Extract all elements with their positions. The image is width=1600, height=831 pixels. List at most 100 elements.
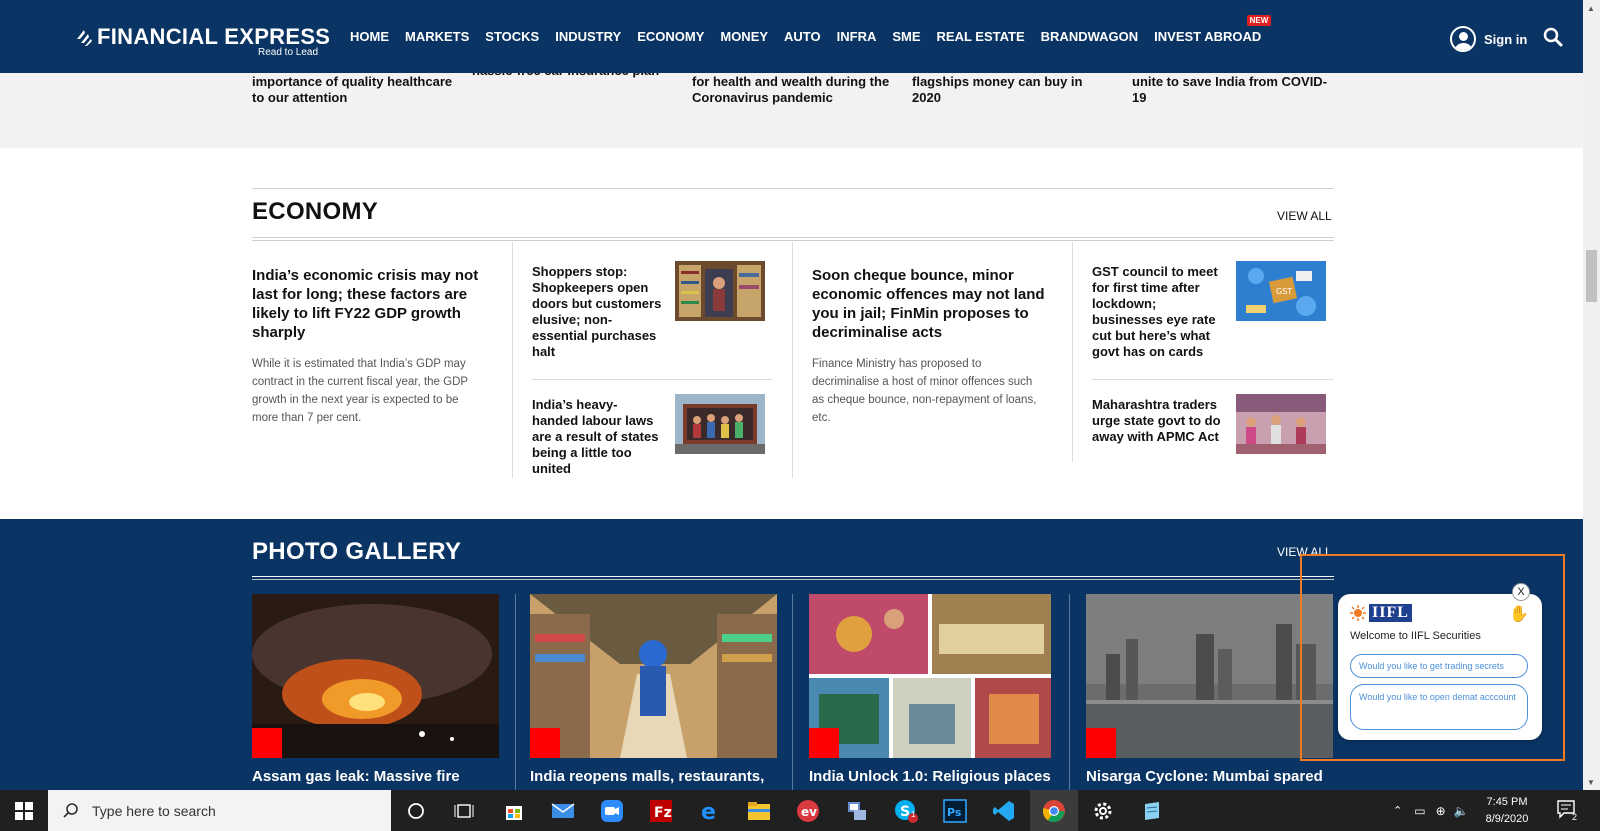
nav-sme[interactable]: SME <box>892 29 920 44</box>
page-scrollbar[interactable]: ▲ ▼ <box>1583 0 1600 790</box>
new-badge: NEW <box>1246 15 1272 26</box>
gallery-image-malls[interactable] <box>530 594 777 758</box>
chrome-icon[interactable] <box>1038 795 1070 827</box>
labour-image <box>675 394 765 454</box>
economy-view-all-link[interactable]: VIEW ALL <box>1277 209 1332 223</box>
filezilla-icon[interactable]: Fz <box>645 795 677 827</box>
taskbar-search-placeholder: Type here to search <box>92 802 216 819</box>
chat-option-demat[interactable]: Would you like to open demat acccount <box>1350 684 1528 730</box>
volume-icon[interactable]: 🔈 <box>1454 804 1469 818</box>
iifl-logo: IIFL <box>1350 604 1412 622</box>
vscode-icon[interactable] <box>988 795 1020 827</box>
photoshop-icon[interactable]: Ps <box>939 795 971 827</box>
svg-text:GST: GST <box>1276 287 1292 296</box>
edge-icon[interactable]: e <box>694 795 726 827</box>
mall-photo <box>530 594 777 758</box>
economy-small-headline-4[interactable]: Maharashtra traders urge state govt to d… <box>1092 397 1222 445</box>
clock-time: 7:45 PM <box>1486 796 1528 808</box>
section-divider <box>252 188 1334 189</box>
gst-thumbnail[interactable]: GST <box>1236 261 1326 321</box>
gallery-column-divider <box>792 594 793 790</box>
column-divider <box>1072 242 1073 462</box>
file-explorer-icon[interactable] <box>743 795 775 827</box>
gallery-divider <box>252 579 1334 580</box>
gallery-column-divider <box>515 594 516 790</box>
section-divider <box>252 237 1334 238</box>
nav-economy[interactable]: ECONOMY <box>637 29 704 44</box>
search-icon[interactable] <box>1543 27 1563 47</box>
skype-badge: 1 <box>911 810 916 819</box>
gallery-badge <box>252 728 282 758</box>
cortana-icon[interactable] <box>400 795 432 827</box>
gallery-divider <box>252 576 1334 577</box>
gallery-caption-3[interactable]: India Unlock 1.0: Religious places <box>809 768 1059 787</box>
prev-headline-1[interactable]: importance of quality healthcare to our … <box>252 74 457 106</box>
nav-real-estate[interactable]: REAL ESTATE <box>937 29 1025 44</box>
economy-lead-headline-2[interactable]: Soon cheque bounce, minor economic offen… <box>812 266 1047 342</box>
start-button[interactable] <box>0 790 48 831</box>
scroll-up-icon[interactable]: ▲ <box>1587 4 1595 13</box>
windows-logo-icon <box>15 801 33 820</box>
main-nav: HOME MARKETS STOCKS INDUSTRY ECONOMY MON… <box>350 0 1277 73</box>
nav-markets[interactable]: MARKETS <box>405 29 469 44</box>
column-divider <box>792 242 793 478</box>
battery-icon[interactable]: ▭ <box>1414 804 1425 818</box>
express-vpn-icon[interactable]: ev <box>792 795 824 827</box>
nav-invest-abroad-label: INVEST ABROAD <box>1154 29 1262 44</box>
svg-text:ev: ev <box>801 805 817 819</box>
sign-in-button[interactable]: Sign in <box>1450 26 1527 52</box>
shop-thumbnail[interactable] <box>675 261 765 321</box>
nav-home[interactable]: HOME <box>350 29 389 44</box>
economy-small-headline-2[interactable]: India’s heavy-handed labour laws are a r… <box>532 397 662 477</box>
gallery-caption-2[interactable]: India reopens malls, restaurants, <box>530 768 780 787</box>
labour-thumbnail[interactable] <box>675 394 765 454</box>
nav-stocks[interactable]: STOCKS <box>485 29 539 44</box>
gallery-caption-1[interactable]: Assam gas leak: Massive fire <box>252 768 502 787</box>
gallery-column-divider <box>1069 594 1070 790</box>
chat-option-trading[interactable]: Would you like to get trading secrets <box>1350 654 1528 678</box>
section-title-economy: ECONOMY <box>252 198 379 225</box>
market-thumbnail[interactable] <box>1236 394 1326 454</box>
mail-icon[interactable] <box>547 795 579 827</box>
scroll-thumb[interactable] <box>1586 250 1597 302</box>
gallery-image-religious[interactable] <box>809 594 1051 758</box>
nav-auto[interactable]: AUTO <box>784 29 821 44</box>
logo-tagline: Read to Lead <box>258 47 319 58</box>
store-icon[interactable] <box>498 795 530 827</box>
zoom-icon[interactable] <box>596 795 628 827</box>
economy-small-headline-1[interactable]: Shoppers stop: Shopkeepers open doors bu… <box>532 264 662 360</box>
economy-lead-headline-1[interactable]: India’s economic crisis may not last for… <box>252 266 487 342</box>
prev-headline-4[interactable]: flagships money can buy in 2020 <box>912 74 1102 106</box>
prev-headline-5[interactable]: unite to save India from COVID-19 <box>1132 74 1337 106</box>
economy-small-headline-3[interactable]: GST council to meet for first time after… <box>1092 264 1222 360</box>
network-globe-icon[interactable]: ⊕ <box>1436 804 1446 818</box>
notification-count: 2 <box>1572 812 1578 822</box>
gallery-caption-4[interactable]: Nisarga Cyclone: Mumbai spared <box>1086 768 1336 787</box>
skype-icon[interactable]: S 1 <box>890 795 922 827</box>
notepad-icon[interactable] <box>1136 795 1168 827</box>
chat-welcome-text: Welcome to IIFL Securities <box>1350 630 1481 642</box>
gallery-image-cyclone[interactable] <box>1086 594 1333 758</box>
task-view-icon[interactable] <box>448 795 480 827</box>
section-title-photo-gallery: PHOTO GALLERY <box>252 538 462 565</box>
taskbar-clock[interactable]: 7:45 PM 8/9/2020 <box>1477 794 1537 828</box>
nav-brandwagon[interactable]: BRANDWAGON <box>1041 29 1139 44</box>
settings-icon[interactable] <box>1087 795 1119 827</box>
nav-infra[interactable]: INFRA <box>837 29 877 44</box>
gallery-badge <box>809 728 839 758</box>
taskbar-search-box[interactable]: Type here to search <box>48 790 391 831</box>
chat-close-button[interactable]: X <box>1512 583 1530 601</box>
tray-chevron-up-icon[interactable]: ⌃ <box>1393 804 1402 817</box>
clock-date: 8/9/2020 <box>1485 813 1529 825</box>
windows-taskbar: Type here to search Fz e ev S 1 Ps ⌃ ▭ ⊕… <box>0 790 1600 831</box>
svg-text:Ps: Ps <box>947 806 962 819</box>
nav-invest-abroad[interactable]: INVEST ABROAD NEW <box>1154 15 1272 44</box>
scroll-down-icon[interactable]: ▼ <box>1587 778 1595 787</box>
gallery-image-assam-fire[interactable] <box>252 594 499 758</box>
prev-headline-3[interactable]: for health and wealth during the Coronav… <box>692 74 902 106</box>
nav-industry[interactable]: INDUSTRY <box>555 29 621 44</box>
nav-money[interactable]: MONEY <box>720 29 768 44</box>
network-app-icon[interactable] <box>841 795 873 827</box>
logo-mark-icon <box>77 30 92 46</box>
article-divider <box>1092 379 1334 380</box>
